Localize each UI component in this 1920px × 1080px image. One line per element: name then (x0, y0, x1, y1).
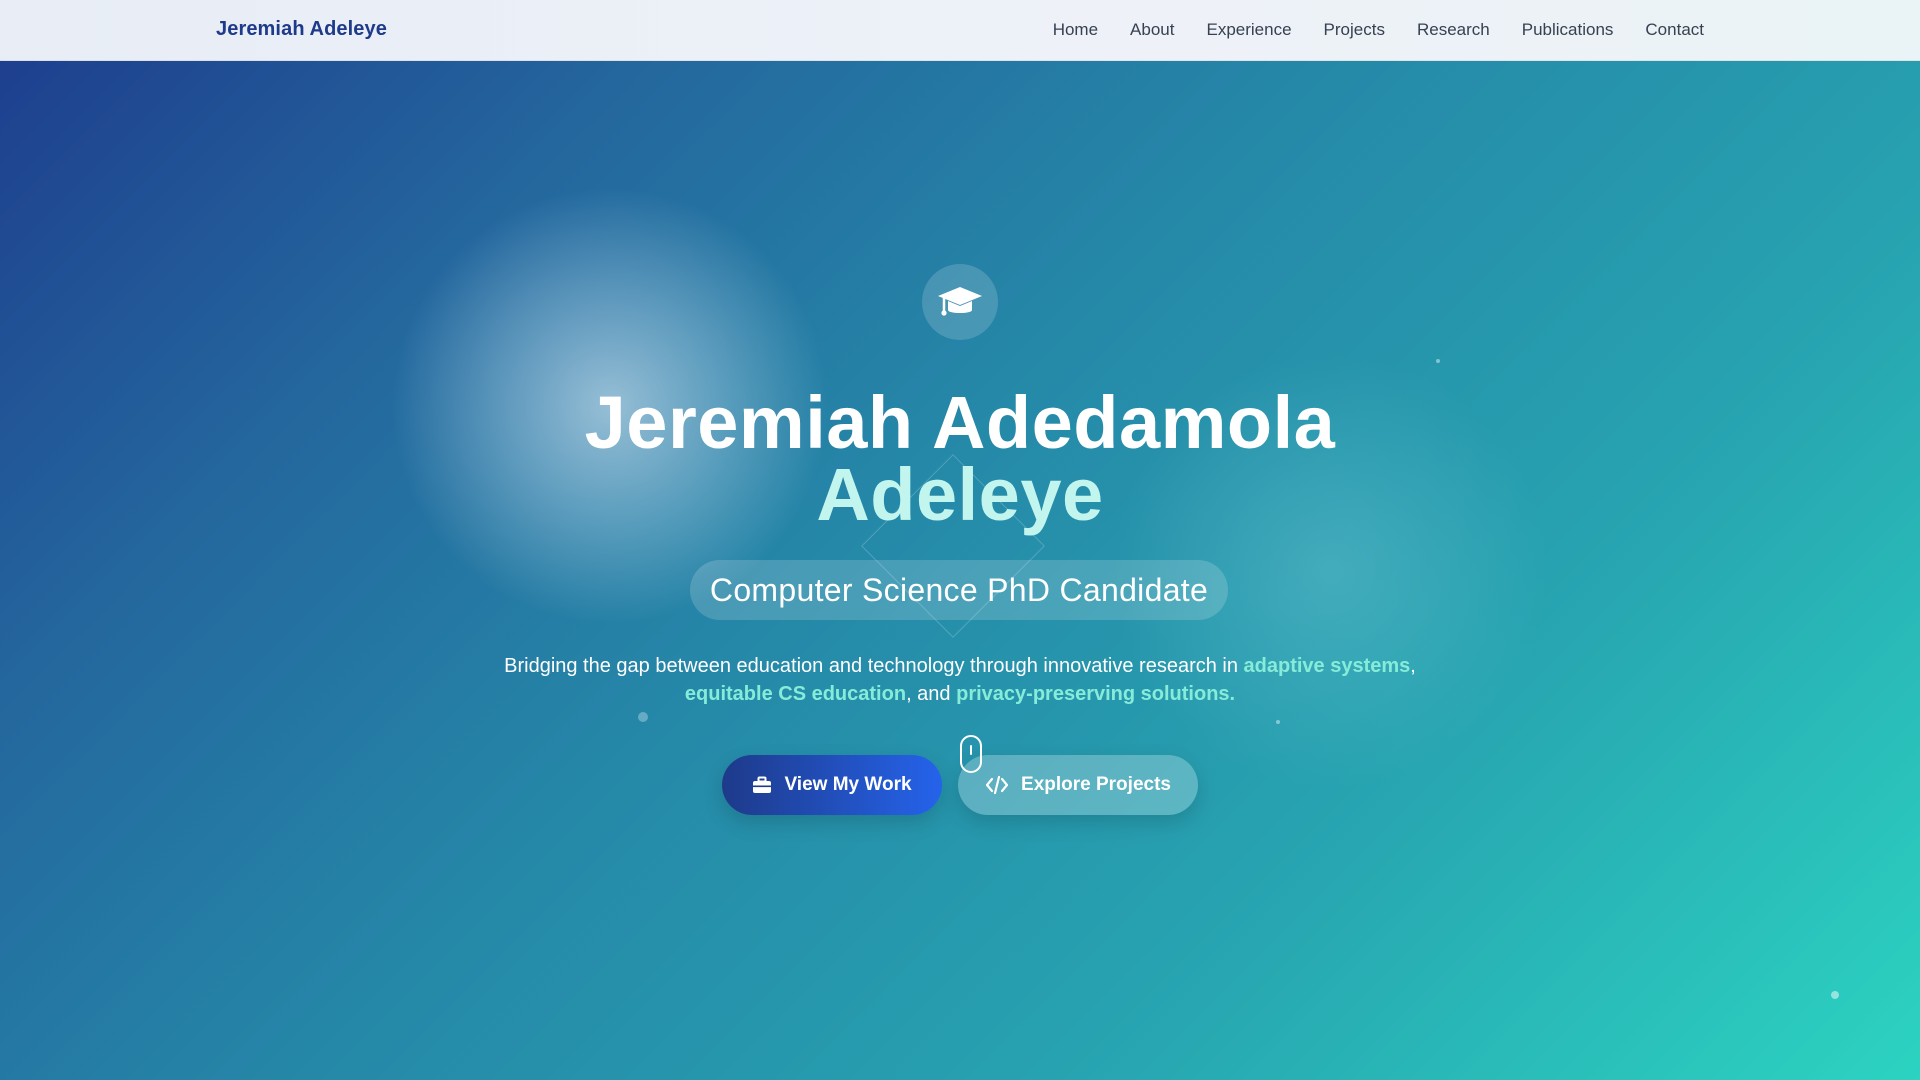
graduation-cap-icon (938, 287, 982, 316)
nav-link-projects[interactable]: Projects (1324, 20, 1385, 40)
nav-link-experience[interactable]: Experience (1206, 20, 1291, 40)
nav-link-home[interactable]: Home (1053, 20, 1098, 40)
decorative-dot (638, 712, 648, 722)
tagline-highlight-adaptive-systems: adaptive systems (1243, 655, 1411, 677)
tagline-separator: , and (906, 683, 957, 705)
code-icon (985, 775, 1009, 795)
nav-link-research[interactable]: Research (1417, 20, 1490, 40)
decorative-dot (1831, 991, 1839, 999)
tagline-highlight-privacy: privacy-preserving solutions (956, 683, 1230, 705)
brand-logo[interactable]: Jeremiah Adeleye (216, 18, 387, 41)
hero-section: Jeremiah Adedamola Adeleye Computer Scie… (0, 61, 1920, 1080)
top-navbar: Jeremiah Adeleye Home About Experience P… (0, 0, 1920, 61)
tagline-period: . (1229, 683, 1236, 705)
graduation-cap-badge (922, 264, 998, 340)
nav-link-about[interactable]: About (1130, 20, 1174, 40)
hero-title-line1: Jeremiah Adedamola (584, 381, 1336, 464)
nav-links: Home About Experience Projects Research … (1053, 0, 1704, 60)
tagline-separator: , (1410, 655, 1416, 677)
nav-link-publications[interactable]: Publications (1522, 20, 1614, 40)
hero-title-line2: Adeleye (816, 453, 1104, 536)
mouse-wheel (970, 745, 972, 755)
briefcase-icon (753, 776, 772, 793)
view-my-work-button[interactable]: View My Work (722, 755, 942, 815)
decorative-dot (1276, 720, 1280, 724)
nav-link-contact[interactable]: Contact (1645, 20, 1704, 40)
decorative-dot (1436, 359, 1440, 363)
hero-title: Jeremiah Adedamola Adeleye (0, 381, 1920, 536)
hero-tagline: Bridging the gap between education and t… (500, 652, 1420, 708)
view-my-work-label: View My Work (784, 774, 912, 795)
tagline-text: Bridging the gap between education and t… (504, 655, 1244, 677)
explore-projects-button[interactable]: Explore Projects (958, 755, 1198, 815)
hero-subtitle: Computer Science PhD Candidate (690, 560, 1228, 620)
tagline-highlight-equitable-cs: equitable CS education (684, 683, 907, 705)
mouse-scroll-icon[interactable] (960, 735, 982, 773)
explore-projects-label: Explore Projects (1021, 774, 1171, 795)
